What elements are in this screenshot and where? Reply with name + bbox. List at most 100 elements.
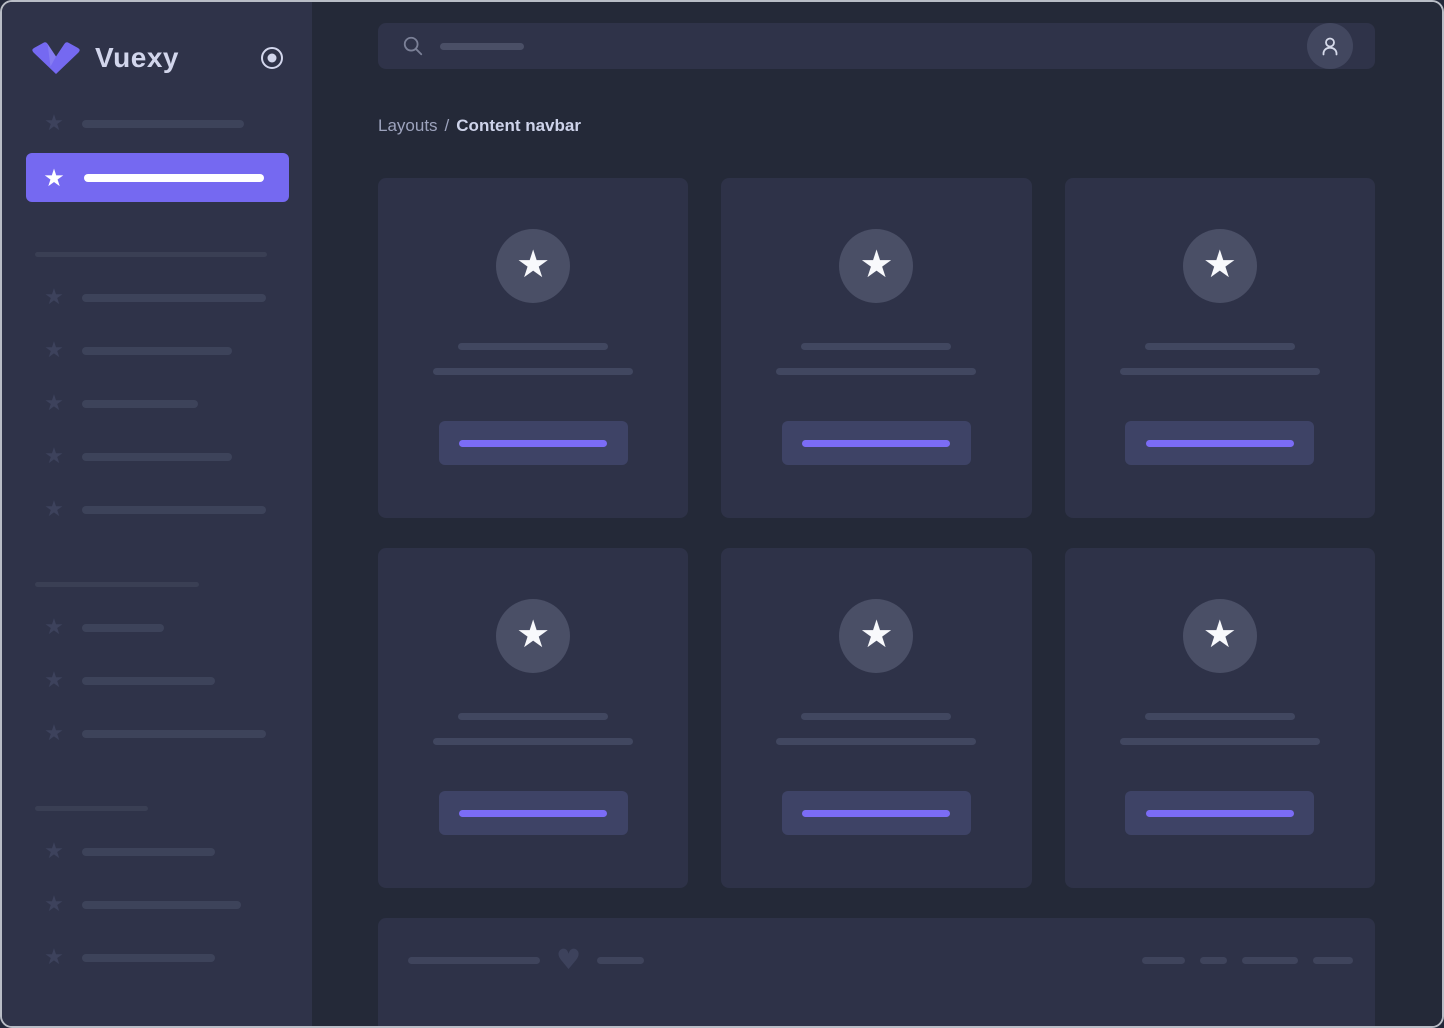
sidebar-item-label-bar bbox=[82, 730, 266, 738]
star-icon: ★ bbox=[42, 392, 66, 416]
button-label-bar bbox=[459, 440, 607, 447]
card-avatar: ★ bbox=[496, 599, 570, 673]
card-action-button[interactable] bbox=[1125, 421, 1314, 465]
card-avatar: ★ bbox=[1183, 229, 1257, 303]
card-text-line bbox=[433, 738, 633, 745]
sidebar-item-label-bar bbox=[82, 677, 215, 685]
sidebar-section: ★ ★ ★ ★ ★ bbox=[2, 257, 312, 522]
sidebar-item-label-bar bbox=[82, 120, 244, 128]
sidebar-item[interactable]: ★ bbox=[42, 946, 312, 970]
star-icon: ★ bbox=[42, 616, 66, 640]
sidebar-item[interactable]: ★ bbox=[42, 840, 312, 864]
card: ★ bbox=[721, 178, 1031, 518]
sidebar-item[interactable]: ★ bbox=[42, 669, 312, 693]
button-label-bar bbox=[1146, 810, 1294, 817]
sidebar-item[interactable]: ★ bbox=[42, 893, 312, 917]
card-action-button[interactable] bbox=[439, 791, 628, 835]
card-text-line bbox=[1145, 713, 1295, 720]
sidebar-item[interactable]: ★ bbox=[42, 339, 312, 363]
sidebar-section: ★ ★ ★ bbox=[2, 587, 312, 746]
footer-link-bar bbox=[1200, 957, 1227, 964]
card-text-line bbox=[801, 343, 951, 350]
breadcrumb-current: Content navbar bbox=[456, 116, 581, 135]
card-action-button[interactable] bbox=[1125, 791, 1314, 835]
sidebar-item-active[interactable]: ★ bbox=[26, 153, 289, 202]
card-text-line bbox=[458, 713, 608, 720]
card-text-line bbox=[1120, 368, 1320, 375]
sidebar-item[interactable]: ★ bbox=[42, 392, 312, 416]
app-window: Vuexy ★ ★ ★ ★ bbox=[0, 0, 1444, 1028]
search-icon bbox=[402, 35, 424, 57]
sidebar-item-label-bar bbox=[82, 954, 215, 962]
star-icon: ★ bbox=[42, 669, 66, 693]
card-avatar: ★ bbox=[839, 229, 913, 303]
card-text-line bbox=[1120, 738, 1320, 745]
menu-pin-icon[interactable] bbox=[260, 46, 284, 70]
card-text-line bbox=[776, 368, 976, 375]
main-content: Layouts / Content navbar ★ ★ bbox=[312, 2, 1442, 1026]
star-icon: ★ bbox=[516, 245, 550, 283]
footer-row: ♥ bbox=[408, 948, 1353, 972]
star-icon: ★ bbox=[42, 840, 66, 864]
star-icon: ★ bbox=[859, 245, 893, 283]
star-icon: ★ bbox=[42, 286, 66, 310]
card-action-button[interactable] bbox=[782, 421, 971, 465]
person-icon bbox=[1318, 34, 1342, 58]
star-icon: ★ bbox=[1203, 245, 1237, 283]
footer-text-bar bbox=[408, 957, 540, 964]
card-text-line bbox=[433, 368, 633, 375]
sidebar-item[interactable]: ★ bbox=[42, 286, 312, 310]
heart-icon: ♥ bbox=[556, 948, 581, 972]
sidebar-item-label-bar bbox=[82, 506, 266, 514]
breadcrumb-parent[interactable]: Layouts bbox=[378, 116, 438, 135]
button-label-bar bbox=[1146, 440, 1294, 447]
sidebar-item-label-bar bbox=[82, 848, 215, 856]
card-action-button[interactable] bbox=[782, 791, 971, 835]
breadcrumb: Layouts / Content navbar bbox=[378, 115, 1375, 137]
sidebar-item-label-bar bbox=[82, 901, 241, 909]
star-icon: ★ bbox=[1203, 615, 1237, 653]
star-icon: ★ bbox=[42, 946, 66, 970]
sidebar-item[interactable]: ★ bbox=[42, 498, 312, 522]
footer-links bbox=[1142, 957, 1353, 964]
card-text-line bbox=[1145, 343, 1295, 350]
footer-text-bar bbox=[597, 957, 644, 964]
button-label-bar bbox=[802, 440, 950, 447]
sidebar-item-label-bar bbox=[82, 624, 164, 632]
sidebar-item[interactable]: ★ bbox=[42, 445, 312, 469]
sidebar-section: ★ ★ ★ bbox=[2, 811, 312, 970]
vuexy-logo-icon[interactable] bbox=[30, 41, 82, 75]
search-input[interactable] bbox=[402, 35, 524, 57]
card: ★ bbox=[721, 548, 1031, 888]
card: ★ bbox=[378, 178, 688, 518]
sidebar-item[interactable]: ★ bbox=[42, 112, 312, 136]
star-icon: ★ bbox=[42, 722, 66, 746]
star-icon: ★ bbox=[859, 615, 893, 653]
sidebar-item-label-bar bbox=[82, 400, 198, 408]
top-navbar bbox=[378, 23, 1375, 69]
card-action-button[interactable] bbox=[439, 421, 628, 465]
sidebar-item[interactable]: ★ bbox=[42, 616, 312, 640]
brand: Vuexy bbox=[30, 40, 284, 76]
star-icon: ★ bbox=[42, 112, 66, 136]
sidebar-item-label-bar bbox=[82, 453, 232, 461]
footer-link-bar bbox=[1142, 957, 1185, 964]
sidebar-item-label-bar bbox=[84, 174, 264, 182]
card: ★ bbox=[378, 548, 688, 888]
star-icon: ★ bbox=[42, 339, 66, 363]
star-icon: ★ bbox=[42, 498, 66, 522]
button-label-bar bbox=[459, 810, 607, 817]
button-label-bar bbox=[802, 810, 950, 817]
star-icon: ★ bbox=[516, 615, 550, 653]
sidebar-item-label-bar bbox=[82, 347, 232, 355]
sidebar-item-label-bar bbox=[82, 294, 266, 302]
breadcrumb-separator: / bbox=[445, 116, 450, 135]
footer-link-bar bbox=[1313, 957, 1353, 964]
user-avatar-button[interactable] bbox=[1307, 23, 1353, 69]
star-icon: ★ bbox=[42, 166, 66, 190]
sidebar: Vuexy ★ ★ ★ ★ bbox=[2, 2, 312, 1026]
card: ★ bbox=[1065, 178, 1375, 518]
sidebar-item[interactable]: ★ bbox=[42, 722, 312, 746]
card-text-line bbox=[776, 738, 976, 745]
card-avatar: ★ bbox=[839, 599, 913, 673]
